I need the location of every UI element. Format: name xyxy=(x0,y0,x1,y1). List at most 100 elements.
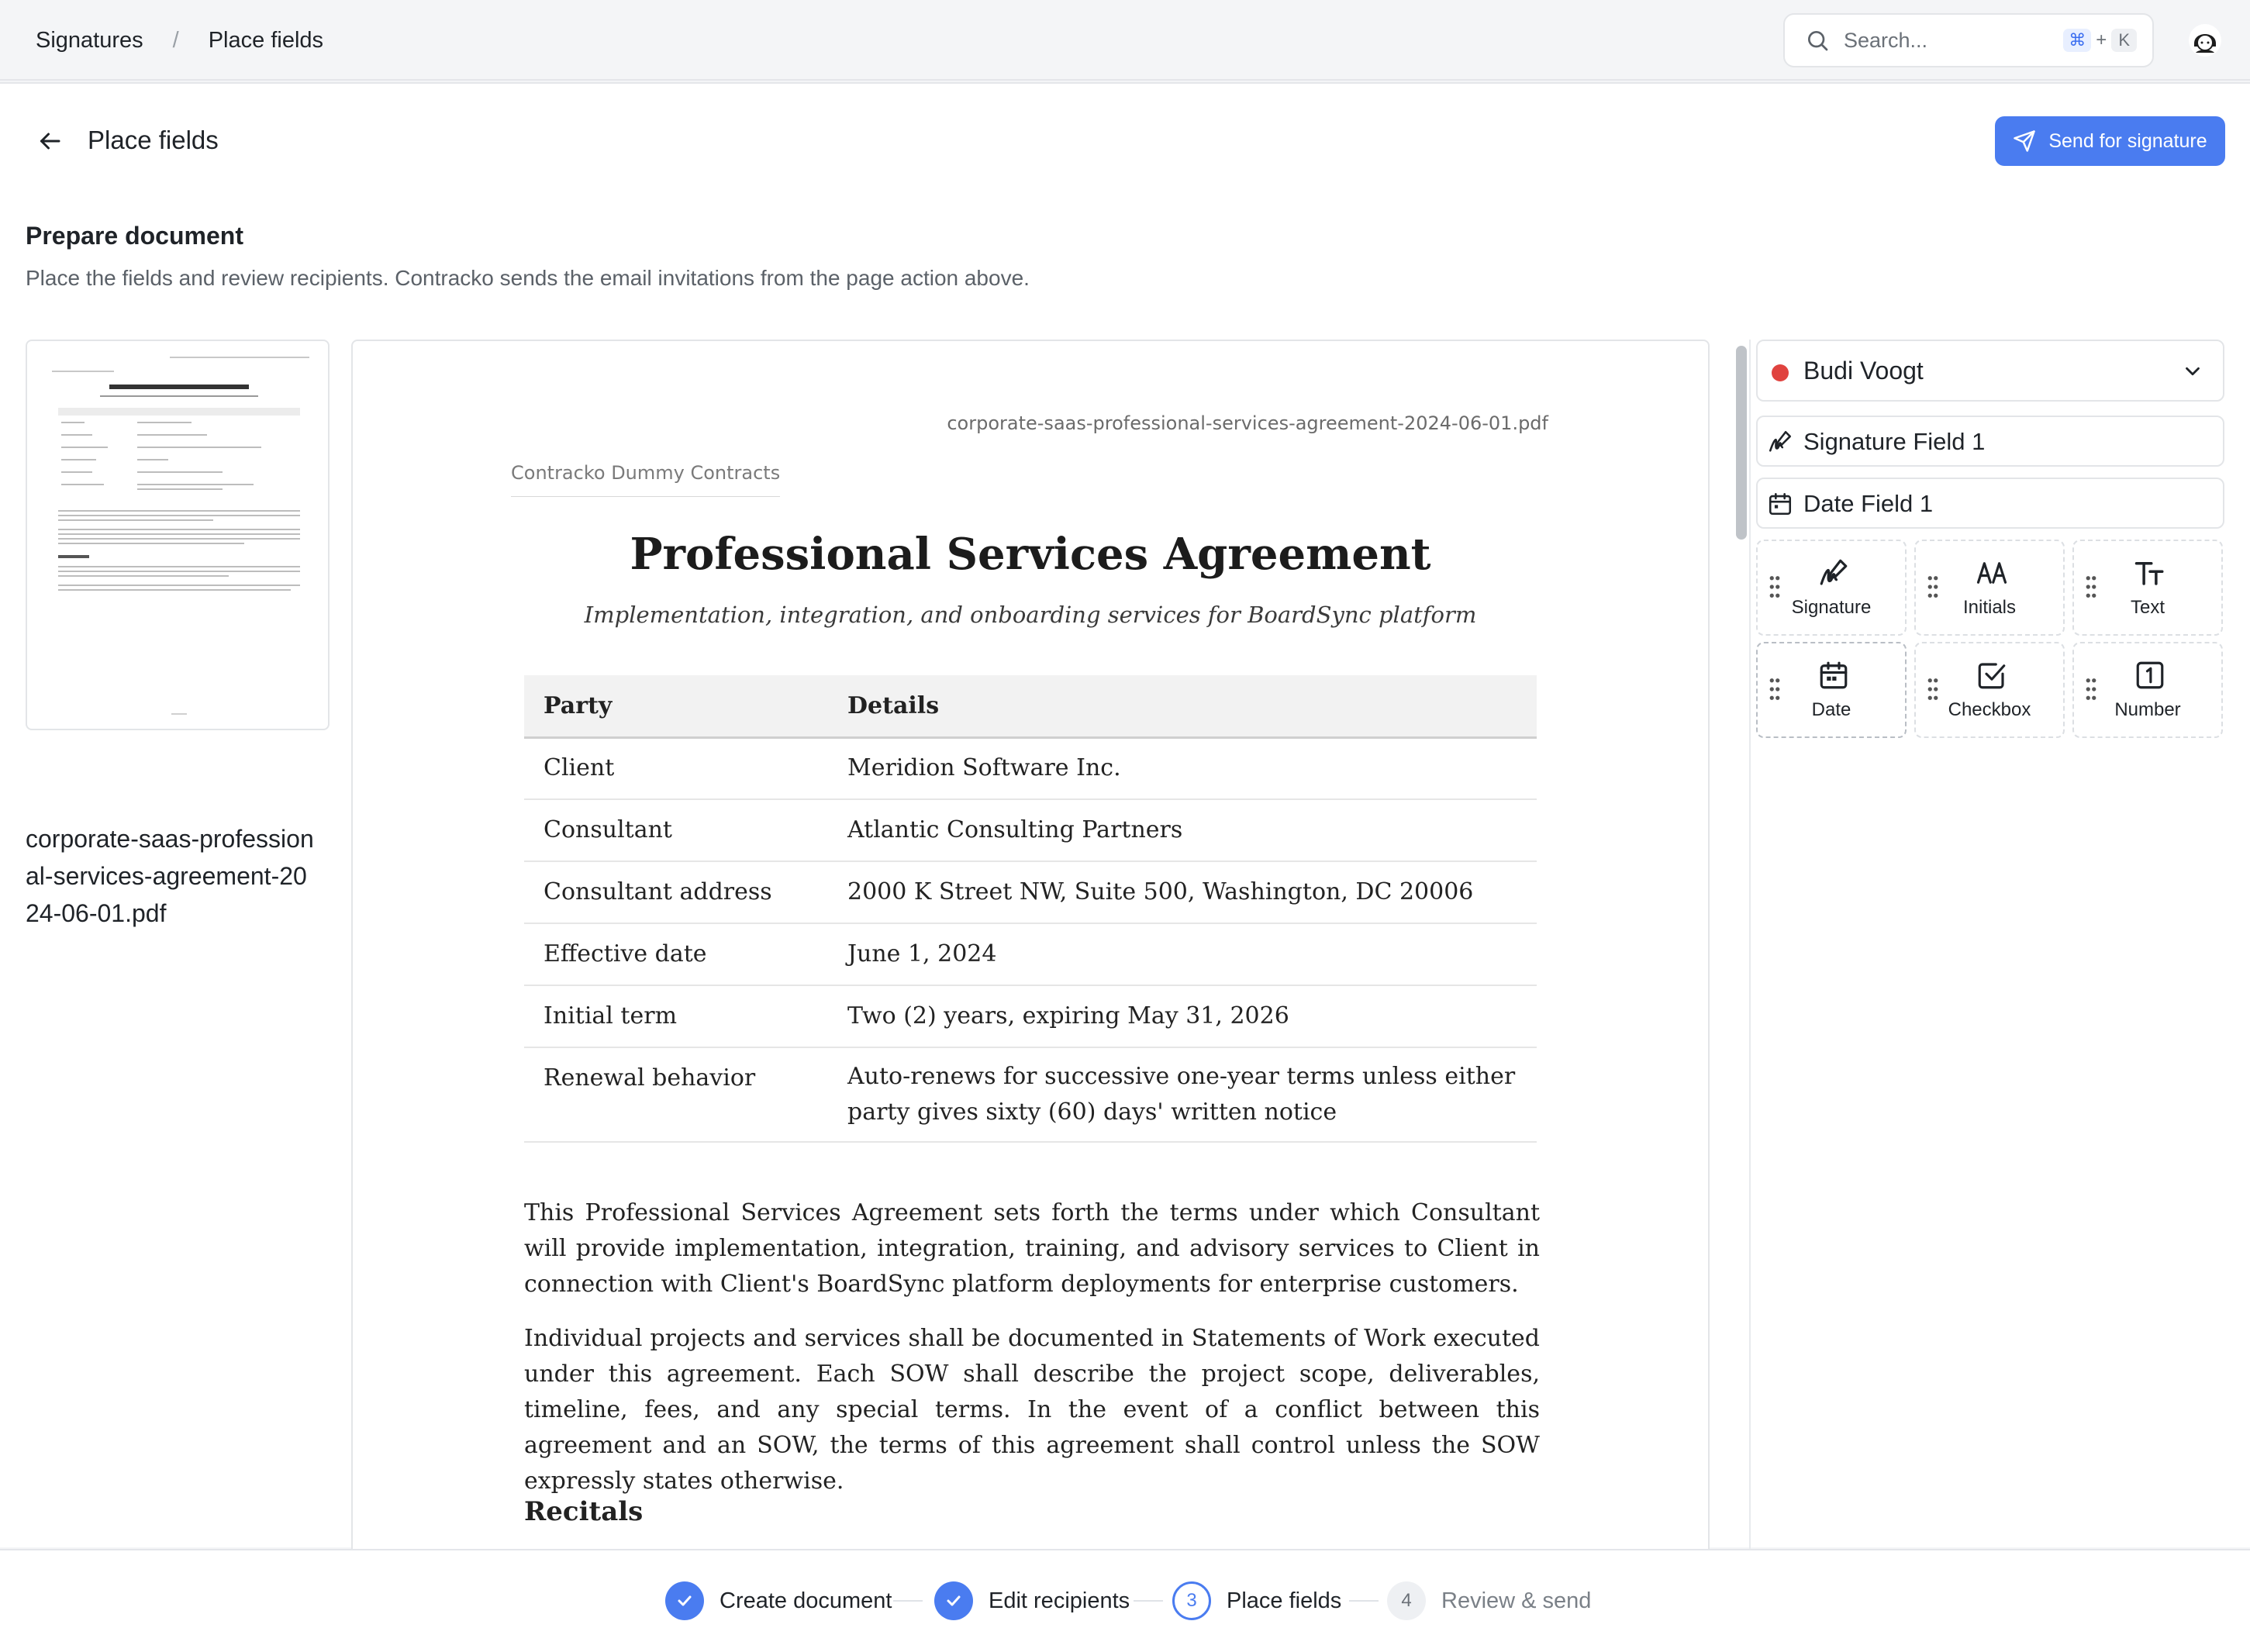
drag-handle-icon xyxy=(2086,678,2096,700)
field-tile-label: Signature xyxy=(1791,597,1872,618)
field-tile-label: Text xyxy=(2130,597,2165,618)
document-subtitle: Implementation, integration, and onboard… xyxy=(584,602,1477,628)
chevron-down-icon xyxy=(2186,367,2200,376)
field-tile-signature[interactable]: Signature xyxy=(1756,540,1907,636)
step-number: 4 xyxy=(1387,1581,1426,1620)
field-tile-initials[interactable]: Initials xyxy=(1914,540,2065,636)
table-header-party: Party xyxy=(524,675,828,739)
table-row: Consultant address 2000 K Street NW, Suit… xyxy=(524,861,1537,924)
drag-handle-icon xyxy=(1927,678,1938,700)
table-cell: Renewal behavior xyxy=(524,1047,828,1143)
table-cell: Atlantic Consulting Partners xyxy=(828,799,1537,862)
send-button-label: Send for signature xyxy=(2048,129,2207,152)
initials-icon xyxy=(1976,562,2007,584)
step-number: 3 xyxy=(1172,1581,1211,1620)
step-label: Place fields xyxy=(1227,1588,1342,1613)
table-header-details: Details xyxy=(828,675,1537,739)
step-label: Edit recipients xyxy=(989,1588,1130,1613)
step-edit-recipients[interactable]: Edit recipients xyxy=(934,1580,1130,1622)
drag-handle-icon xyxy=(1927,576,1938,598)
search-icon xyxy=(1808,31,1828,51)
field-tile-checkbox[interactable]: Checkbox xyxy=(1914,642,2065,738)
document-title: Professional Services Agreement xyxy=(630,529,1431,580)
recipient-color-dot xyxy=(1772,364,1789,381)
search-shortcut: ⌘ + K xyxy=(2063,29,2137,52)
field-tile-date[interactable]: Date xyxy=(1756,642,1907,738)
top-bar: Signatures / Place fields Search... ⌘ + … xyxy=(0,0,2250,81)
breadcrumb-signatures[interactable]: Signatures xyxy=(36,28,143,53)
table-row: Renewal behavior Auto-renews for successi… xyxy=(524,1047,1537,1143)
viewer-scrollbar[interactable] xyxy=(1731,340,1747,1611)
section-subtitle: Place the fields and review recipients. … xyxy=(26,266,1030,290)
back-arrow-icon[interactable] xyxy=(36,127,64,155)
step-place-fields[interactable]: 3 Place fields xyxy=(1172,1580,1341,1622)
document-paragraph: This Professional Services Agreement set… xyxy=(524,1199,1540,1298)
field-tile-label: Initials xyxy=(1962,597,2017,618)
document-organization: Contracko Dummy Contracts xyxy=(511,462,781,497)
table-row: Consultant Atlantic Consulting Partners xyxy=(524,799,1537,862)
step-connector xyxy=(1349,1600,1379,1602)
drag-handle-icon xyxy=(2086,576,2096,598)
scrollbar-thumb[interactable] xyxy=(1736,346,1747,540)
step-review-send[interactable]: 4 Review & send xyxy=(1387,1580,1591,1622)
field-tile-text[interactable]: Text xyxy=(2072,540,2223,636)
panel-divider xyxy=(1749,340,1751,1611)
breadcrumb: Signatures / Place fields xyxy=(36,0,323,81)
recipient-selector[interactable]: Budi Voogt xyxy=(1756,340,2224,402)
table-cell: Auto-renews for successive one-year term… xyxy=(828,1047,1537,1143)
document-viewer[interactable]: corporate-saas-professional-services-agr… xyxy=(351,340,1710,1611)
text-icon xyxy=(2134,562,2164,585)
step-create-document[interactable]: Create document xyxy=(665,1580,892,1622)
shortcut-key: K xyxy=(2111,29,2137,52)
table-row: Client Meridion Software Inc. xyxy=(524,737,1537,800)
placed-field-date-1[interactable]: Date Field 1 xyxy=(1756,478,2224,529)
field-tile-number[interactable]: Number xyxy=(2072,642,2223,738)
drag-handle-icon xyxy=(1769,678,1780,700)
table-header-row: Party Details xyxy=(524,675,1537,739)
page-header: Place fields Send for signature xyxy=(0,84,2250,192)
step-label: Review & send xyxy=(1441,1588,1592,1613)
signature-icon xyxy=(1820,559,1848,585)
document-paragraph: Individual projects and services shall b… xyxy=(524,1325,1540,1495)
field-tile-label: Checkbox xyxy=(1948,699,2031,720)
table-cell: 2000 K Street NW, Suite 500, Washington,… xyxy=(828,861,1537,924)
table-cell: Consultant xyxy=(524,799,828,862)
number-icon xyxy=(2136,661,2164,689)
drag-handle-icon xyxy=(1769,576,1780,598)
send-for-signature-button[interactable]: Send for signature xyxy=(1995,116,2225,166)
placed-field-label: Date Field 1 xyxy=(1803,490,1934,517)
shortcut-modifier: ⌘ xyxy=(2063,29,2092,52)
shortcut-plus: + xyxy=(2096,29,2107,50)
field-tile-label: Number xyxy=(2114,699,2181,720)
party-details-table: Party Details Client Meridion Software In… xyxy=(524,675,1537,1143)
table-row: Effective date June 1, 2024 xyxy=(524,923,1537,986)
placed-field-signature-1[interactable]: Signature Field 1 xyxy=(1756,416,2224,467)
main-content: Place fields Send for signature Prepare … xyxy=(0,82,2250,1611)
table-cell: Meridion Software Inc. xyxy=(828,737,1537,800)
thumbnail-file-name: corporate-saas-professional-services-agr… xyxy=(26,825,314,927)
thumbnail-page-preview xyxy=(52,357,309,715)
send-icon xyxy=(2014,130,2036,152)
table-row: Initial term Two (2) years, expiring May … xyxy=(524,985,1537,1048)
step-check-icon xyxy=(665,1581,704,1620)
checkbox-icon xyxy=(1978,663,2006,689)
section-title: Prepare document xyxy=(26,222,243,250)
step-connector xyxy=(1134,1600,1163,1602)
table-cell: Effective date xyxy=(524,923,828,986)
step-connector xyxy=(893,1600,923,1602)
field-tile-label: Date xyxy=(1811,699,1851,720)
table-cell: Two (2) years, expiring May 31, 2026 xyxy=(828,985,1537,1048)
avatar[interactable] xyxy=(2188,23,2222,57)
signature-icon xyxy=(1769,430,1792,452)
document-thumbnail[interactable] xyxy=(26,340,330,730)
document-section-heading: Recitals xyxy=(524,1496,644,1527)
progress-stepper: Create document Edit recipients 3 Place … xyxy=(0,1549,2250,1652)
breadcrumb-separator: / xyxy=(172,27,179,53)
document-file-name: corporate-saas-professional-services-agr… xyxy=(947,412,1548,434)
page-title: Place fields xyxy=(88,126,219,154)
table-cell: June 1, 2024 xyxy=(828,923,1537,986)
calendar-icon xyxy=(1820,661,1848,689)
breadcrumb-current: Place fields xyxy=(208,27,324,53)
table-cell: Client xyxy=(524,737,828,800)
search-box[interactable]: Search... ⌘ + K xyxy=(1783,13,2154,67)
